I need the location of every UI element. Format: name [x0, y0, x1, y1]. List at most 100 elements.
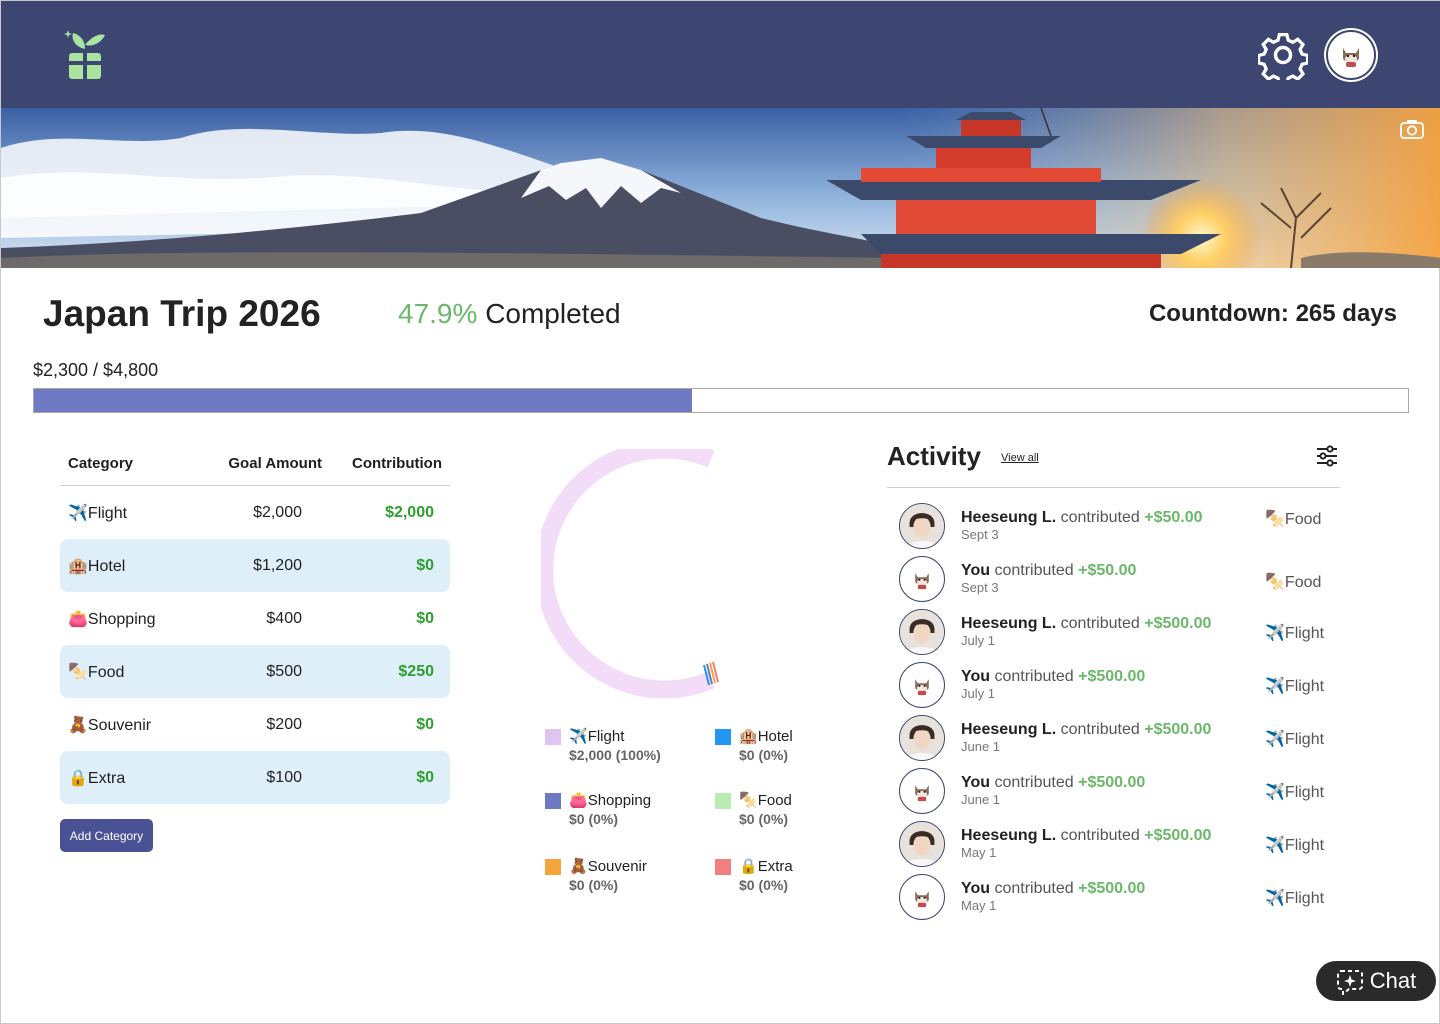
- row-goal-amount: $500: [266, 662, 302, 680]
- category-donut-chart: [541, 449, 719, 699]
- legend-emoji-icon: 🔒: [739, 858, 758, 875]
- activity-avatar: [899, 556, 945, 602]
- person-avatar-icon: [900, 822, 944, 866]
- sprout-logo-icon[interactable]: [63, 27, 107, 81]
- row-contribution: $0: [416, 556, 434, 574]
- activity-item[interactable]: You contributed +$500.00 July 1 ✈️Flight: [899, 660, 1339, 713]
- legend-value: $0 (0%): [569, 877, 619, 893]
- category-name: Flight: [87, 504, 128, 522]
- donut-segment-flight[interactable]: [541, 449, 715, 699]
- table-row[interactable]: 🍢Food $500 $250: [60, 645, 450, 698]
- activity-user: Heeseung L.: [961, 615, 1057, 632]
- legend-value: $0 (0%): [739, 877, 789, 893]
- progress-fill: [34, 389, 693, 412]
- activity-avatar: [899, 821, 945, 867]
- activity-item[interactable]: Heeseung L. contributed +$500.00 May 1 ✈️F…: [899, 819, 1339, 872]
- activity-verb: contributed: [994, 668, 1074, 685]
- settings-gear-icon[interactable]: [1258, 30, 1308, 80]
- activity-amount: +$500.00: [1078, 880, 1146, 897]
- legend-swatch: [545, 859, 561, 875]
- activity-user: Heeseung L.: [961, 827, 1057, 844]
- category-emoji-icon: 👛: [68, 610, 88, 628]
- legend-emoji-icon: 🍢: [739, 792, 758, 809]
- trip-title: Japan Trip 2026: [43, 293, 321, 334]
- activity-amount: +$500.00: [1144, 615, 1212, 632]
- activity-category: 🍢Food: [1265, 574, 1322, 591]
- activity-category: ✈️Flight: [1265, 731, 1325, 748]
- chat-button[interactable]: Chat: [1316, 961, 1436, 1001]
- category-emoji-icon: 🏨: [68, 557, 88, 575]
- legend-emoji-icon: 🏨: [739, 728, 758, 745]
- row-goal-amount: $100: [266, 768, 302, 786]
- table-row[interactable]: 🔒Extra $100 $0: [60, 751, 450, 804]
- row-contribution: $0: [416, 715, 434, 733]
- legend-emoji-icon: 👛: [569, 792, 588, 809]
- legend-value: $0 (0%): [739, 811, 789, 827]
- activity-category-emoji-icon: 🍢: [1265, 511, 1285, 528]
- row-goal-amount: $1,200: [253, 556, 302, 574]
- activity-user: You: [961, 668, 991, 685]
- cat-avatar-icon: [915, 679, 929, 696]
- activity-verb: contributed: [994, 880, 1074, 897]
- activity-text: Heeseung L. contributed +$50.00: [961, 509, 1203, 527]
- filter-sliders-icon[interactable]: [1315, 445, 1339, 467]
- activity-date: July 1: [961, 686, 995, 701]
- table-row[interactable]: ✈️Flight $2,000 $2,000: [60, 486, 450, 539]
- activity-text: You contributed +$50.00: [961, 562, 1136, 580]
- activity-category-emoji-icon: ✈️: [1265, 837, 1285, 854]
- activity-category: ✈️Flight: [1265, 784, 1325, 801]
- activity-text: You contributed +$500.00: [961, 880, 1145, 898]
- activity-divider: [887, 487, 1340, 488]
- legend-label: 👛Shopping: [569, 792, 652, 809]
- activity-item[interactable]: You contributed +$500.00 May 1 ✈️Flight: [899, 872, 1339, 925]
- person-avatar-icon: [900, 504, 944, 548]
- activity-text: Heeseung L. contributed +$500.00: [961, 827, 1211, 845]
- table-row[interactable]: 👛Shopping $400 $0: [60, 592, 450, 645]
- category-name: Food: [87, 663, 125, 681]
- activity-list: Heeseung L. contributed +$50.00 Sept 3 🍢Fo…: [899, 501, 1339, 925]
- activity-item[interactable]: You contributed +$500.00 June 1 ✈️Flight: [899, 766, 1339, 819]
- category-table: Category Goal Amount Contribution ✈️Flig…: [60, 441, 450, 804]
- row-contribution: $2,000: [385, 503, 434, 521]
- cat-avatar-icon: [915, 785, 929, 802]
- table-body: ✈️Flight $2,000 $2,000 🏨Hotel $1,200 $0 👛Shopp…: [60, 486, 450, 804]
- row-category: 🔒Extra: [60, 768, 210, 788]
- category-emoji-icon: ✈️: [68, 504, 88, 522]
- legend-emoji-icon: ✈️: [569, 728, 588, 745]
- activity-user: Heeseung L.: [961, 721, 1057, 738]
- completion-label: Completed: [485, 298, 621, 329]
- table-row[interactable]: 🏨Hotel $1,200 $0: [60, 539, 450, 592]
- activity-amount: +$500.00: [1144, 827, 1212, 844]
- activity-avatar: [899, 768, 945, 814]
- activity-date: May 1: [961, 845, 997, 860]
- table-header: Category Goal Amount Contribution: [60, 441, 450, 486]
- header-contribution: Contribution: [352, 454, 442, 472]
- activity-amount: +$50.00: [1144, 509, 1203, 526]
- activity-amount: +$50.00: [1078, 562, 1137, 579]
- table-row[interactable]: 🧸Souvenir $200 $0: [60, 698, 450, 751]
- activity-item[interactable]: Heeseung L. contributed +$50.00 Sept 3 🍢Fo…: [899, 501, 1339, 554]
- activity-user: You: [961, 562, 991, 579]
- activity-avatar: [899, 503, 945, 549]
- category-name: Souvenir: [87, 716, 152, 734]
- activity-date: June 1: [961, 792, 1001, 807]
- activity-category: 🍢Food: [1265, 511, 1322, 528]
- activity-item[interactable]: You contributed +$50.00 Sept 3 🍢Food: [899, 554, 1339, 607]
- activity-text: You contributed +$500.00: [961, 774, 1145, 792]
- activity-verb: contributed: [994, 774, 1074, 791]
- legend-label: 🔒Extra: [739, 858, 793, 875]
- row-goal-amount: $2,000: [253, 503, 302, 521]
- activity-text: Heeseung L. contributed +$500.00: [961, 721, 1211, 739]
- activity-item[interactable]: Heeseung L. contributed +$500.00 June 1 ✈️…: [899, 713, 1339, 766]
- activity-date: May 1: [961, 898, 997, 913]
- view-all-link[interactable]: View all: [1001, 452, 1039, 464]
- activity-category-emoji-icon: ✈️: [1265, 731, 1285, 748]
- activity-item[interactable]: Heeseung L. contributed +$500.00 July 1 ✈️…: [899, 607, 1339, 660]
- user-avatar[interactable]: [1326, 30, 1376, 80]
- legend-swatch: [545, 729, 561, 745]
- countdown-text: Countdown: 265 days: [1148, 300, 1397, 327]
- add-category-button[interactable]: Add Category: [60, 819, 153, 852]
- top-navbar: [1, 1, 1440, 108]
- legend-value: $2,000 (100%): [569, 747, 661, 763]
- change-cover-camera-icon[interactable]: [1400, 119, 1424, 139]
